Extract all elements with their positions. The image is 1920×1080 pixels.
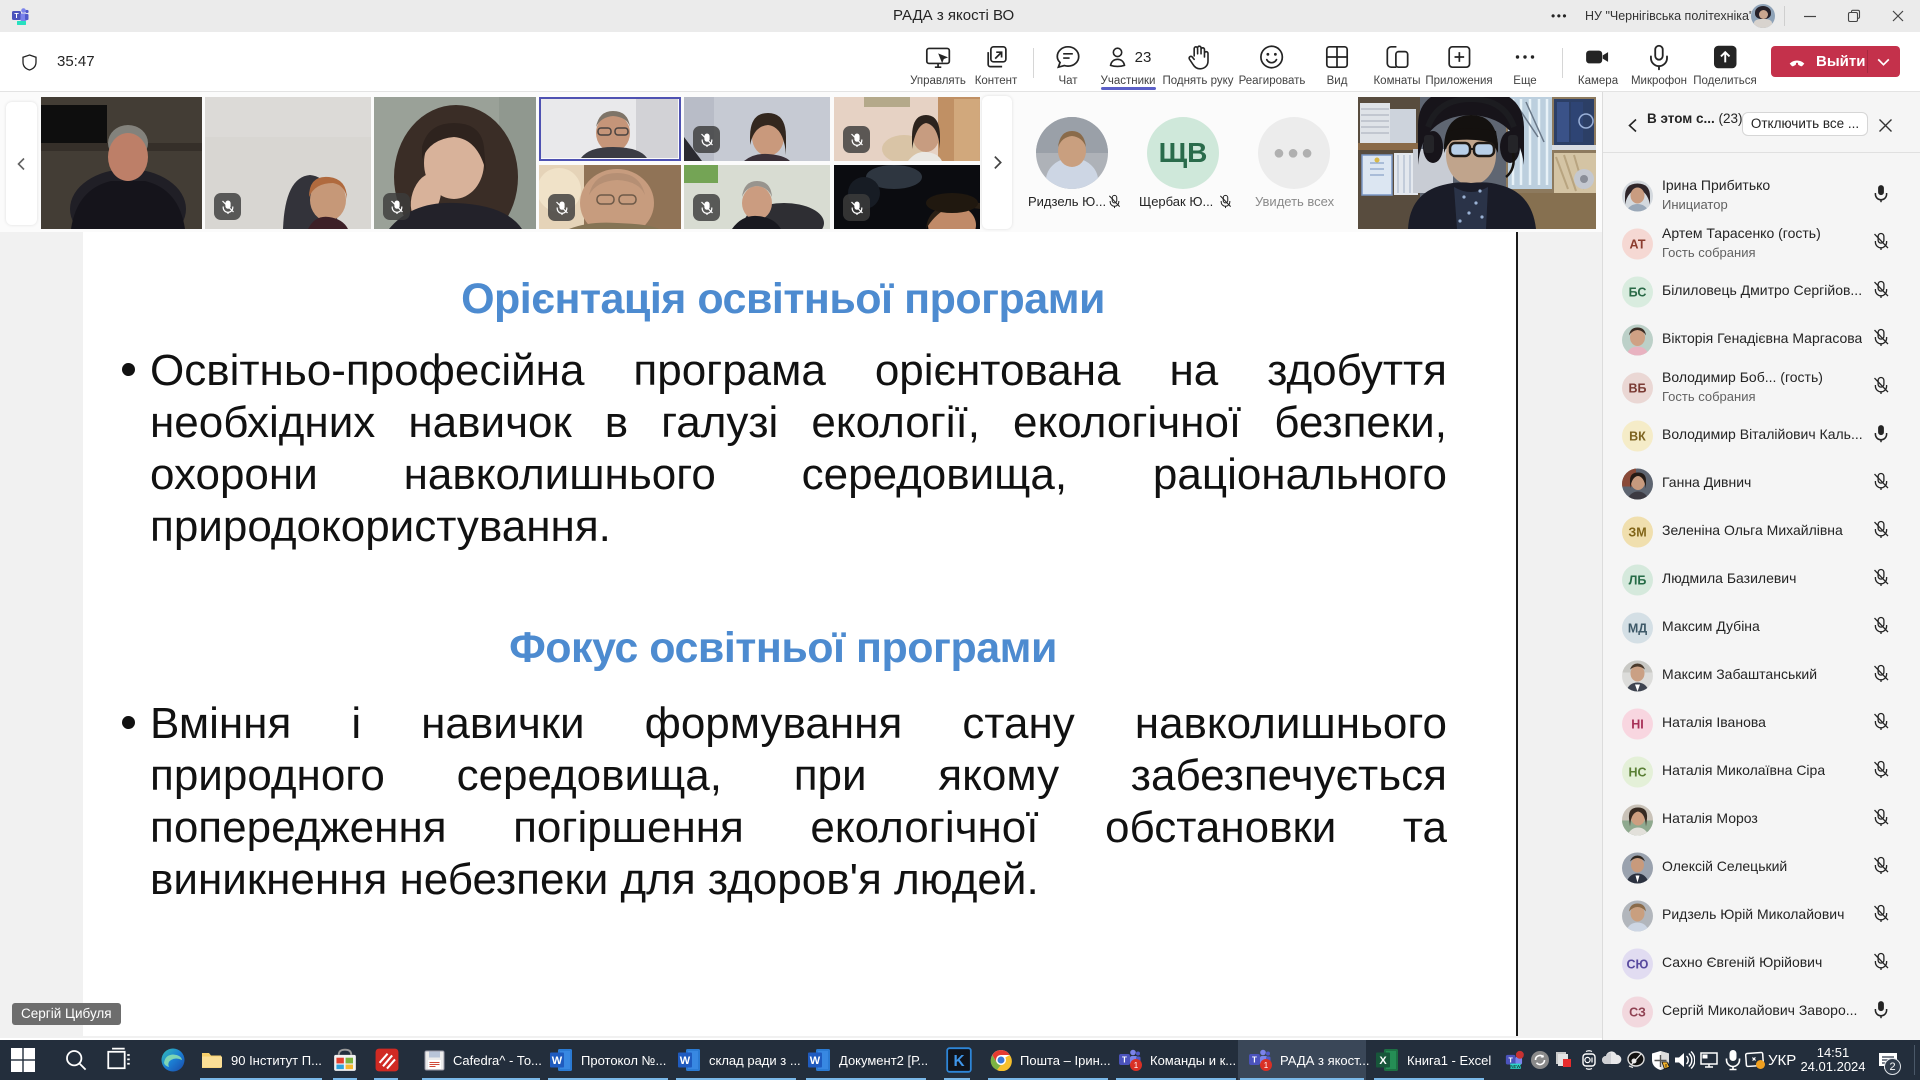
svg-text:T: T	[14, 13, 19, 20]
svg-text:W: W	[810, 1055, 821, 1067]
svg-text:!: !	[1665, 1064, 1667, 1070]
svg-text:W: W	[680, 1055, 691, 1067]
svg-text:K: K	[953, 1053, 964, 1070]
svg-text:X: X	[1379, 1055, 1387, 1067]
svg-text:1: 1	[1264, 1061, 1269, 1070]
svg-text:1: 1	[1134, 1061, 1139, 1070]
svg-text:T: T	[1122, 1055, 1127, 1064]
svg-text:W: W	[552, 1055, 563, 1067]
svg-text:T: T	[1252, 1055, 1257, 1064]
svg-text:NEW: NEW	[1510, 1063, 1521, 1068]
